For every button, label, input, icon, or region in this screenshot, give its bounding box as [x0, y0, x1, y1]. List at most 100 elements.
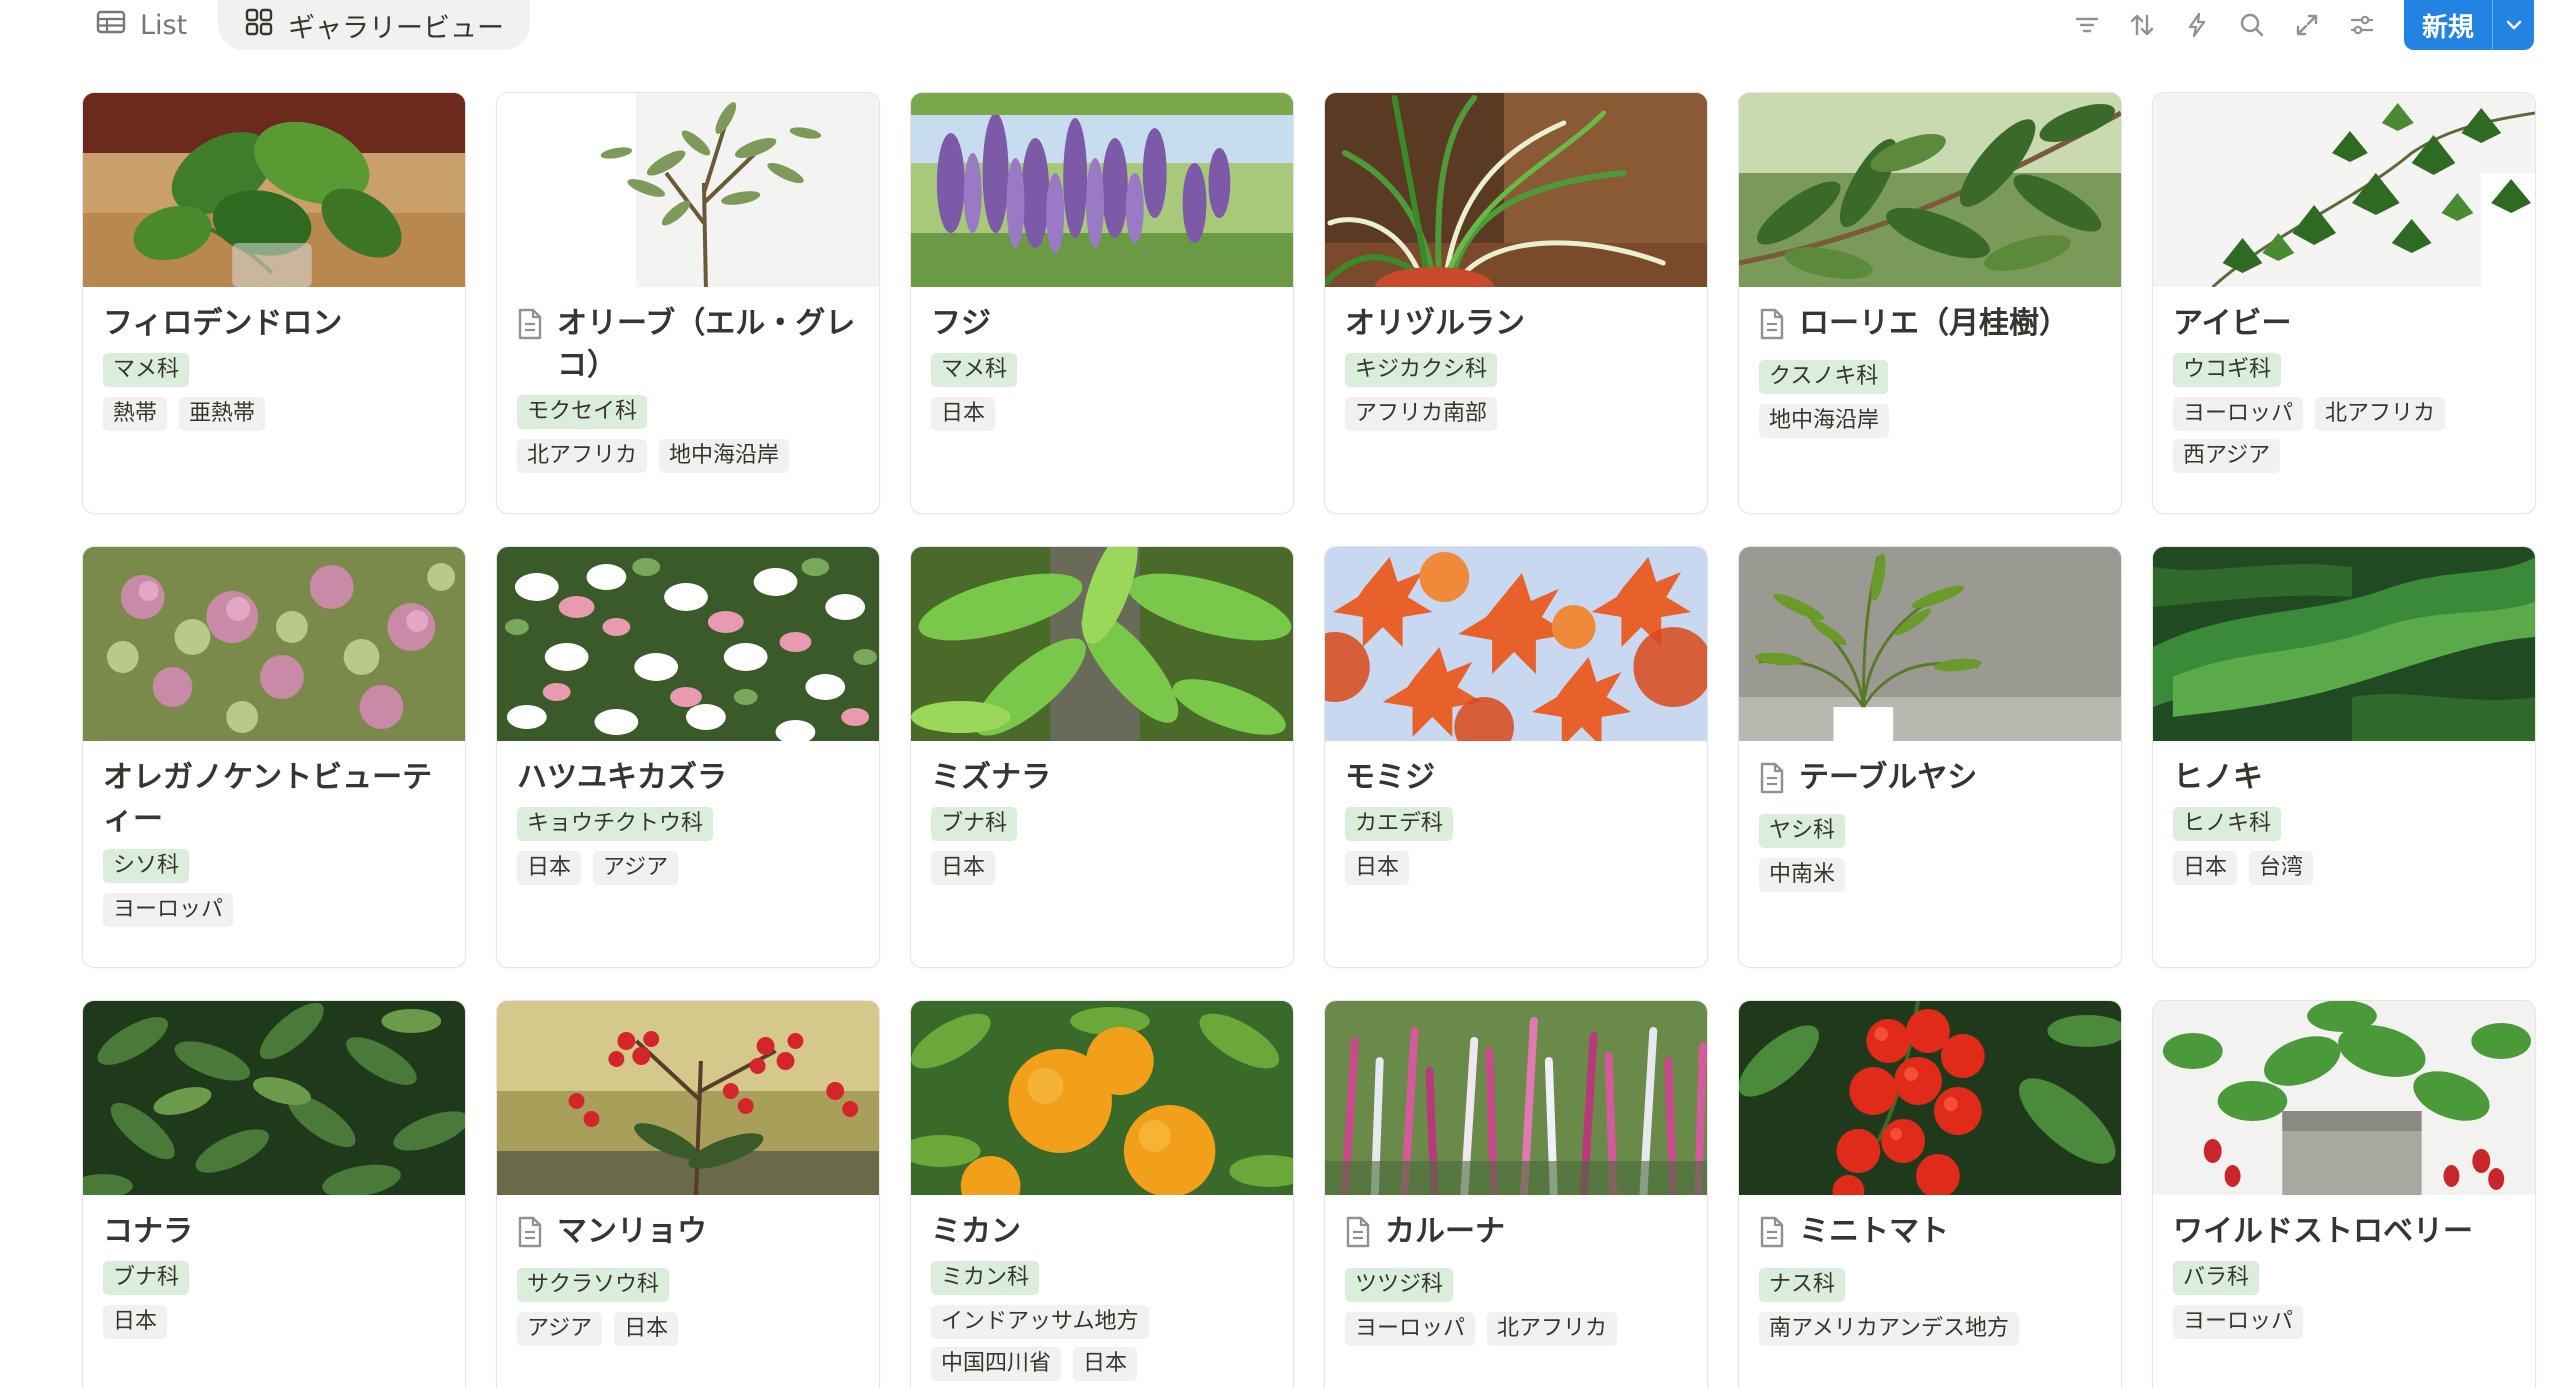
new-button: 新規 [2404, 0, 2534, 50]
family-tag: サクラソウ科 [517, 1268, 670, 1302]
region-tag: ヨーロッパ [2173, 1305, 2304, 1339]
card-cover-image [83, 547, 465, 741]
card-title-text: オレガノケントビューティー [103, 760, 433, 837]
region-tags: アフリカ南部 [1345, 397, 1687, 431]
card-body: ワイルドストロベリーバラ科ヨーロッパ [2153, 1195, 2535, 1339]
family-tag: キョウチクトウ科 [517, 807, 714, 841]
card-title: ハツユキカズラ [517, 757, 859, 799]
family-tags: バラ科 [2173, 1261, 2515, 1295]
region-tags: ヨーロッパ 北アフリカ [1345, 1312, 1687, 1346]
gallery-card[interactable]: カルーナ ツツジ科 ヨーロッパ 北アフリカ [1324, 1000, 1708, 1389]
card-body: ミカン ミカン科 インドアッサム地方 中国四川省 日本 [911, 1195, 1293, 1381]
gallery-card[interactable]: フジ マメ科 日本 [910, 92, 1294, 514]
card-body: オリヅルランキジカクシ科アフリカ南部 [1325, 287, 1707, 431]
region-tags: 北アフリカ 地中海沿岸 [517, 439, 859, 473]
card-title-text: ミニトマト [1799, 1214, 1949, 1249]
region-tag: インドアッサム地方 [931, 1305, 1149, 1339]
gallery-card[interactable]: コナラ ブナ科 日本 [82, 1000, 466, 1389]
gallery-card[interactable]: ミカン ミカン科 インドアッサム地方 中国四川省 日本 [910, 1000, 1294, 1389]
gallery-card[interactable]: フィロデンドロン マメ科 熱帯 亜熱帯 [82, 92, 466, 514]
family-tags: ウコギ科 [2173, 353, 2515, 387]
family-tags: ミカン科 [931, 1261, 1273, 1295]
table-icon [96, 9, 126, 42]
gallery-card[interactable]: オリヅルランキジカクシ科アフリカ南部 [1324, 92, 1708, 514]
region-tags: 日本 [931, 397, 1273, 431]
search-icon[interactable] [2233, 6, 2271, 44]
gallery-card[interactable]: アイビー ウコギ科 ヨーロッパ 北アフリカ 西アジア [2152, 92, 2536, 514]
card-title: マンリョウ [517, 1211, 859, 1260]
card-body: ヒノキ ヒノキ科 日本 台湾 [2153, 741, 2535, 885]
card-cover-image [1739, 547, 2121, 741]
family-tags: キョウチクトウ科 [517, 807, 859, 841]
lightning-icon[interactable] [2178, 6, 2216, 44]
card-title: オリーブ（エル・グレコ） [517, 303, 859, 387]
family-tag: ブナ科 [103, 1261, 190, 1295]
tab-gallery-view[interactable]: ギャラリービュー [218, 0, 530, 50]
expand-icon[interactable] [2288, 6, 2326, 44]
gallery-card[interactable]: マンリョウサクラソウ科アジア 日本 [496, 1000, 880, 1389]
card-cover-image [911, 547, 1293, 741]
card-title-text: フジ [931, 306, 991, 341]
region-tag: ヨーロッパ [103, 893, 234, 927]
chevron-down-icon[interactable] [2492, 0, 2534, 50]
gallery-card[interactable]: ハツユキカズラキョウチクトウ科日本 アジア [496, 546, 880, 968]
card-cover-image [497, 93, 879, 287]
region-tag: 地中海沿岸 [1759, 404, 1890, 438]
region-tags: 日本 台湾 [2173, 851, 2515, 885]
region-tags: 南アメリカアンデス地方 [1759, 1312, 2101, 1346]
card-body: カルーナ ツツジ科 ヨーロッパ 北アフリカ [1325, 1195, 1707, 1346]
gallery-card[interactable]: ワイルドストロベリーバラ科ヨーロッパ [2152, 1000, 2536, 1389]
card-body: モミジ カエデ科 日本 [1325, 741, 1707, 885]
family-tag: カエデ科 [1345, 807, 1454, 841]
family-tag: キジカクシ科 [1345, 353, 1498, 387]
family-tag: シソ科 [103, 849, 190, 883]
page-icon [1345, 1216, 1371, 1260]
gallery-grid-icon [244, 7, 274, 44]
card-title-text: オリーブ（エル・グレコ） [557, 306, 856, 383]
card-title-text: コナラ [103, 1214, 193, 1249]
family-tags: ブナ科 [931, 807, 1273, 841]
gallery-card[interactable]: ミズナラ ブナ科 日本 [910, 546, 1294, 968]
card-body: マンリョウサクラソウ科アジア 日本 [497, 1195, 879, 1346]
family-tag: マメ科 [103, 353, 190, 387]
page-icon [517, 308, 543, 352]
sort-icon[interactable] [2123, 6, 2161, 44]
page-icon [1759, 308, 1785, 352]
card-title: ミカン [931, 1211, 1273, 1253]
card-cover-image [1739, 1001, 2121, 1195]
gallery-card[interactable]: ローリエ（月桂樹） クスノキ科 地中海沿岸 [1738, 92, 2122, 514]
family-tag: ツツジ科 [1345, 1268, 1454, 1302]
region-tag: 台湾 [2249, 851, 2314, 885]
family-tag: クスノキ科 [1759, 360, 1889, 394]
region-tag: 日本 [931, 851, 996, 885]
family-tag: ヤシ科 [1759, 814, 1846, 848]
gallery-card[interactable]: テーブルヤシ ヤシ科 中南米 [1738, 546, 2122, 968]
card-cover-image [1739, 93, 2121, 287]
card-body: ミズナラ ブナ科 日本 [911, 741, 1293, 885]
card-title-text: ワイルドストロベリー [2173, 1214, 2473, 1249]
region-tags: 日本 アジア [517, 851, 859, 885]
gallery-card[interactable]: オレガノケントビューティーシソ科ヨーロッパ [82, 546, 466, 968]
settings-sliders-icon[interactable] [2343, 6, 2381, 44]
region-tag: アジア [593, 851, 679, 885]
filter-icon[interactable] [2068, 6, 2106, 44]
family-tag: ナス科 [1759, 1268, 1846, 1302]
gallery-card[interactable]: ヒノキ ヒノキ科 日本 台湾 [2152, 546, 2536, 968]
region-tag: 亜熱帯 [179, 397, 266, 431]
region-tags: アジア 日本 [517, 1312, 859, 1346]
card-body: アイビー ウコギ科 ヨーロッパ 北アフリカ 西アジア [2153, 287, 2535, 473]
gallery-card[interactable]: オリーブ（エル・グレコ） モクセイ科北アフリカ 地中海沿岸 [496, 92, 880, 514]
family-tag: ヒノキ科 [2173, 807, 2282, 841]
page-icon [517, 1216, 543, 1260]
family-tag: モクセイ科 [517, 395, 648, 429]
new-button-label[interactable]: 新規 [2404, 0, 2492, 50]
gallery-card[interactable]: ミニトマトナス科南アメリカアンデス地方 [1738, 1000, 2122, 1389]
card-title-text: フィロデンドロン [103, 306, 343, 341]
page-icon [1759, 762, 1785, 806]
family-tag: マメ科 [931, 353, 1018, 387]
gallery-card[interactable]: モミジ カエデ科 日本 [1324, 546, 1708, 968]
tab-list[interactable]: List [96, 0, 187, 50]
family-tags: クスノキ科 [1759, 360, 2101, 394]
card-title: オリヅルラン [1345, 303, 1687, 345]
region-tags: 地中海沿岸 [1759, 404, 2101, 438]
